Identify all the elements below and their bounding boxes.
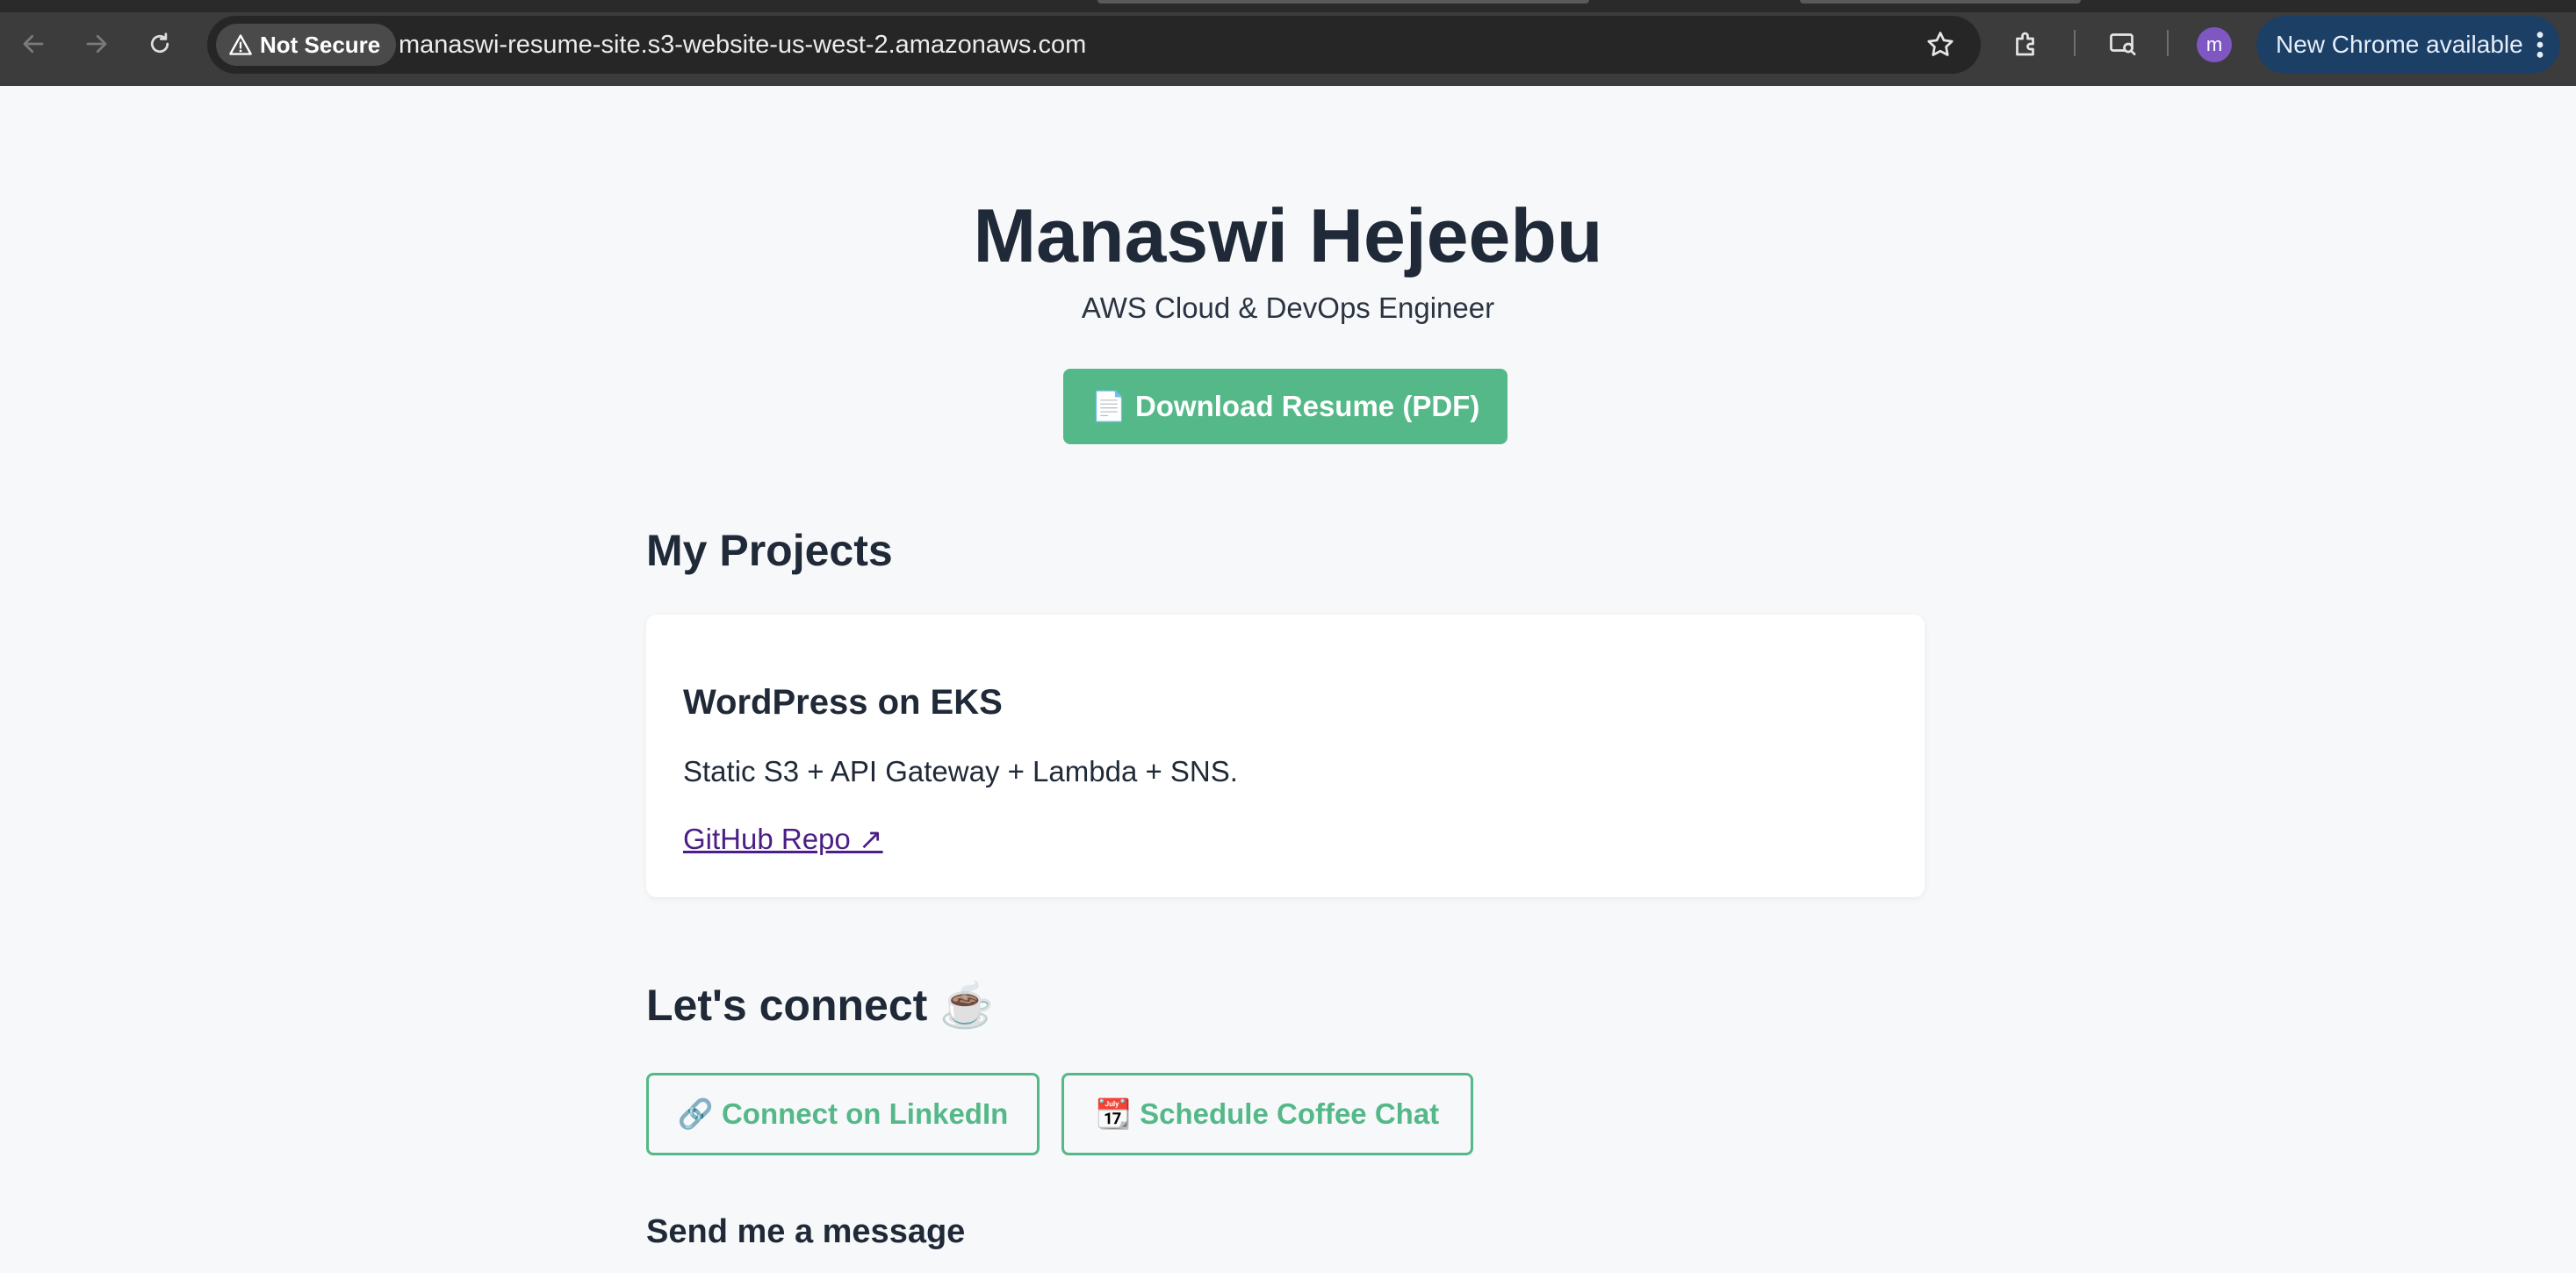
star-icon[interactable] [1925, 29, 1956, 61]
back-icon [23, 34, 44, 54]
tab-search-icon [2110, 33, 2136, 56]
warning-icon [229, 34, 252, 55]
tab-strip [0, 0, 2576, 12]
security-label: Not Secure [260, 31, 381, 58]
security-chip[interactable]: Not Secure [216, 24, 397, 66]
extensions-button[interactable] [2009, 26, 2044, 61]
project-title: WordPress on EKS [683, 683, 1003, 722]
coffee-chat-button[interactable]: 📆 Schedule Coffee Chat [1061, 1073, 1473, 1155]
page-title: Manaswi Hejeebu [973, 194, 1603, 278]
address-bar[interactable]: Not Secure manaswi-resume-site.s3-websit… [207, 16, 1981, 74]
tab-edge[interactable] [1800, 0, 2081, 4]
reload-icon [150, 32, 169, 54]
forward-icon [86, 34, 107, 54]
tagline: AWS Cloud & DevOps Engineer [1081, 291, 1495, 324]
tab-search-button[interactable] [2105, 26, 2141, 61]
menu-icon[interactable] [2534, 30, 2546, 60]
update-label: New Chrome available [2276, 31, 2523, 58]
url-text[interactable]: manaswi-resume-site.s3-website-us-west-2… [399, 16, 1086, 74]
download-resume-button[interactable]: 📄 Download Resume (PDF) [1063, 369, 1507, 444]
connect-heading: Let's connect ☕ [646, 981, 995, 1030]
profile-avatar[interactable]: m [2197, 27, 2232, 62]
forward-button[interactable] [77, 25, 116, 63]
projects-heading: My Projects [646, 526, 893, 575]
back-button[interactable] [14, 25, 53, 63]
browser-toolbar: Not Secure manaswi-resume-site.s3-websit… [0, 0, 2576, 86]
project-card: WordPress on EKS Static S3 + API Gateway… [646, 615, 1925, 897]
message-heading: Send me a message [646, 1213, 966, 1250]
github-repo-link[interactable]: GitHub Repo ↗ [683, 822, 883, 856]
toolbar-divider [2167, 30, 2169, 56]
reload-button[interactable] [140, 25, 179, 63]
update-chrome-button[interactable]: New Chrome available [2256, 16, 2560, 74]
project-description: Static S3 + API Gateway + Lambda + SNS. [683, 755, 1238, 788]
linkedin-button[interactable]: 🔗 Connect on LinkedIn [646, 1073, 1040, 1155]
tab-edge[interactable] [1097, 0, 1589, 4]
extensions-icon [2016, 32, 2034, 56]
page-content: Manaswi Hejeebu AWS Cloud & DevOps Engin… [0, 86, 2576, 1273]
toolbar-divider [2074, 30, 2076, 56]
